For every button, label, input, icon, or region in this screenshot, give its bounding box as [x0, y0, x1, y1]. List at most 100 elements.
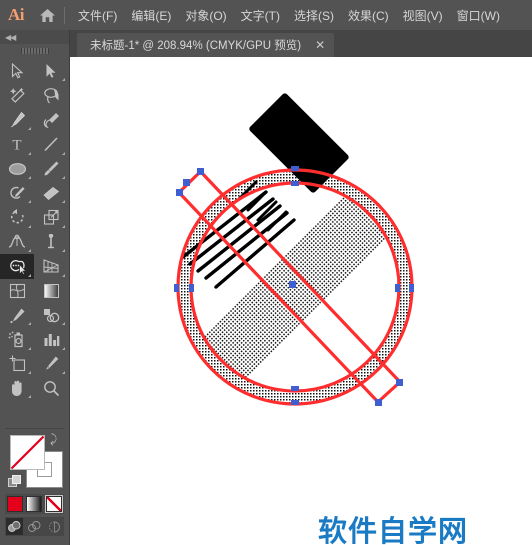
- shape-builder-tool[interactable]: [0, 254, 34, 279]
- shaper-tool[interactable]: [0, 181, 34, 205]
- tool-flyout-indicator: [62, 346, 65, 350]
- menu-object[interactable]: 对象(O): [178, 3, 233, 28]
- menu-view[interactable]: 视图(V): [396, 3, 450, 28]
- default-fill-box: [12, 475, 21, 484]
- slice-tool[interactable]: [34, 352, 68, 376]
- tool-flyout-indicator: [28, 395, 31, 399]
- menu-file[interactable]: 文件(F): [71, 3, 124, 28]
- line-segment-tool[interactable]: [34, 132, 68, 156]
- tool-row: [0, 254, 69, 279]
- menu-edit[interactable]: 编辑(E): [124, 3, 178, 28]
- document-tab[interactable]: 未标题-1* @ 208.94% (CMYK/GPU 预览) ✕: [77, 33, 335, 57]
- draw-inside-mode-button[interactable]: [46, 518, 63, 535]
- hand-tool[interactable]: [0, 376, 34, 400]
- menu-select[interactable]: 选择(S): [287, 3, 341, 28]
- perspective-grid-tool[interactable]: [34, 254, 68, 278]
- column-graph-tool[interactable]: [34, 327, 68, 351]
- paintbrush-tool[interactable]: [34, 157, 68, 181]
- draw-normal-mode-button[interactable]: [6, 518, 24, 535]
- color-swatch-button[interactable]: [6, 496, 23, 512]
- menu-divider: [64, 6, 65, 24]
- tool-row: [0, 303, 69, 327]
- menu-effect[interactable]: 效果(C): [341, 3, 396, 28]
- lasso-tool[interactable]: [34, 83, 68, 107]
- direct-selection-tool[interactable]: [34, 59, 68, 83]
- drag-grip-dots: [20, 48, 49, 54]
- tool-flyout-indicator: [62, 224, 65, 228]
- document-tab-title: 未标题-1* @ 208.94% (CMYK/GPU 预览): [90, 40, 302, 52]
- artboard-canvas[interactable]: 软件自学网 WWW.RJZXW.COM: [70, 57, 532, 545]
- tool-row: [0, 279, 69, 303]
- default-fill-stroke-icon[interactable]: [8, 475, 21, 488]
- tool-flyout-indicator: [28, 371, 31, 375]
- tool-flyout-indicator: [62, 249, 65, 253]
- tool-flyout-indicator: [62, 322, 65, 326]
- gradient-swatch-button[interactable]: [26, 496, 43, 512]
- selection-tool[interactable]: [0, 59, 34, 83]
- tool-flyout-indicator: [62, 175, 65, 179]
- draw-behind-mode-button[interactable]: [26, 518, 43, 535]
- symbol-sprayer-tool[interactable]: [0, 327, 34, 351]
- tools-panel-drag-handle[interactable]: [0, 44, 69, 58]
- tool-flyout-indicator: [28, 175, 31, 179]
- color-controls: ⤸: [0, 428, 69, 545]
- swap-fill-stroke-icon[interactable]: ⤸: [50, 432, 57, 447]
- color-mode-bar: [5, 494, 64, 514]
- fill-swatch[interactable]: [10, 435, 45, 470]
- magic-wand-tool[interactable]: [0, 83, 34, 107]
- tool-row: [0, 108, 69, 132]
- tool-flyout-indicator: [62, 78, 65, 82]
- tool-row: [0, 327, 69, 351]
- tool-flyout-indicator: [28, 322, 31, 326]
- tool-flyout-indicator: [28, 151, 31, 155]
- svg-text:T: T: [12, 138, 21, 153]
- drawing-mode-bar: [5, 517, 64, 536]
- tool-flyout-indicator: [62, 200, 65, 204]
- zoom-tool[interactable]: [34, 376, 68, 400]
- type-tool[interactable]: T: [0, 132, 34, 156]
- blend-tool[interactable]: [34, 303, 68, 327]
- free-transform-tool[interactable]: [34, 230, 68, 254]
- tool-row: [0, 157, 69, 181]
- curvature-tool[interactable]: [34, 108, 68, 132]
- artboard-tool[interactable]: [0, 352, 34, 376]
- no-paintbrush-prohibition-sign[interactable]: [70, 57, 532, 545]
- tools-panel: ◀◀ T ⤸: [0, 30, 70, 545]
- tool-row: [0, 59, 69, 83]
- menu-window[interactable]: 窗口(W): [450, 3, 507, 28]
- scale-tool[interactable]: [34, 205, 68, 229]
- gradient-tool[interactable]: [34, 279, 68, 303]
- document-tab-bar: 未标题-1* @ 208.94% (CMYK/GPU 预览) ✕: [70, 30, 532, 57]
- eraser-tool[interactable]: [34, 181, 68, 205]
- illustrator-window: Ai 文件(F) 编辑(E) 对象(O) 文字(T) 选择(S) 效果(C) 视…: [0, 0, 532, 545]
- ellipse-tool[interactable]: [0, 157, 34, 181]
- tool-flyout-indicator: [62, 151, 65, 155]
- tool-flyout-indicator: [28, 224, 31, 228]
- home-icon[interactable]: [32, 0, 62, 30]
- tool-flyout-indicator: [62, 273, 65, 277]
- tool-row: [0, 181, 69, 205]
- close-icon[interactable]: ✕: [315, 39, 325, 51]
- tool-row: [0, 83, 69, 107]
- tool-row: [0, 205, 69, 229]
- menu-type[interactable]: 文字(T): [234, 3, 287, 28]
- tool-flyout-indicator: [28, 346, 31, 350]
- tool-flyout-indicator: [28, 249, 31, 253]
- tool-row: T: [0, 132, 69, 156]
- none-swatch-button[interactable]: [45, 495, 64, 513]
- app-logo: Ai: [8, 5, 25, 24]
- pen-tool[interactable]: [0, 108, 34, 132]
- menu-bar: Ai 文件(F) 编辑(E) 对象(O) 文字(T) 选择(S) 效果(C) 视…: [0, 0, 532, 30]
- tool-grid: T: [0, 59, 69, 400]
- tool-row: [0, 230, 69, 254]
- collapse-panel-icon[interactable]: ◀◀: [5, 33, 16, 42]
- tool-flyout-indicator: [62, 371, 65, 375]
- width-tool[interactable]: [0, 230, 34, 254]
- tools-panel-header: ◀◀: [0, 30, 69, 44]
- eyedropper-tool[interactable]: [0, 303, 34, 327]
- panel-divider: [5, 428, 64, 429]
- tool-row: [0, 352, 69, 376]
- rotate-tool[interactable]: [0, 205, 34, 229]
- tool-flyout-indicator: [28, 200, 31, 204]
- mesh-tool[interactable]: [0, 279, 34, 303]
